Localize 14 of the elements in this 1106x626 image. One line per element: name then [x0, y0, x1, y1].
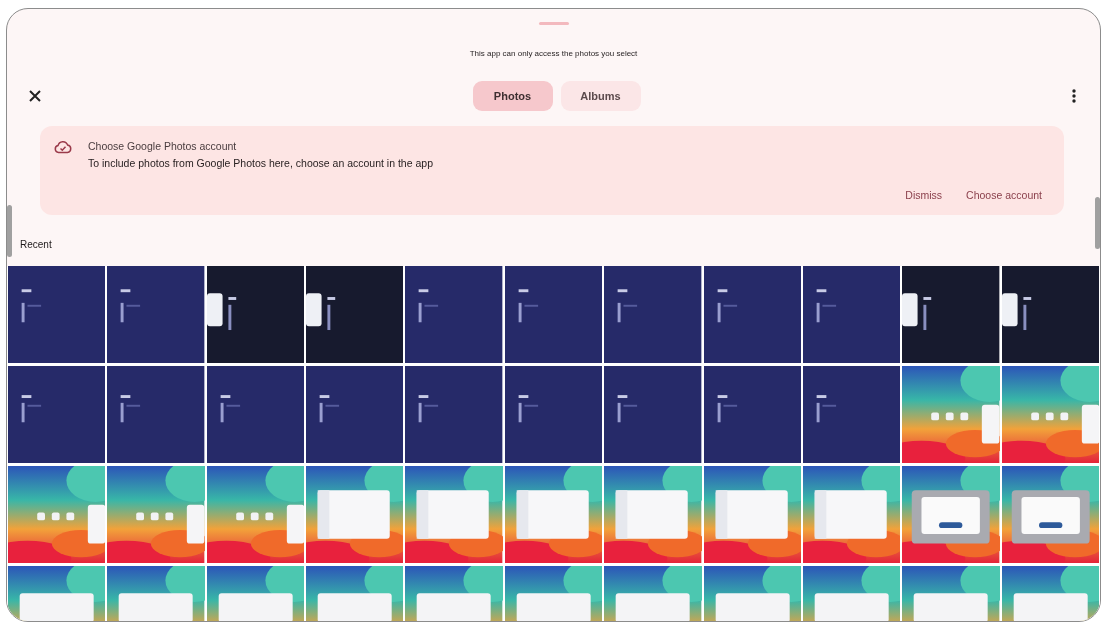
section-heading: Recent [20, 239, 53, 250]
resize-handle[interactable] [1095, 197, 1100, 249]
notice-text: This app can only access the photos you select [469, 49, 638, 58]
resize-handle[interactable] [7, 205, 12, 257]
banner-title: Choose Google Photos account [88, 140, 238, 152]
banner-text: To include photos from Google Photos here, choose an account in the app [88, 157, 433, 169]
drag-handle[interactable] [538, 22, 569, 25]
dismiss-button[interactable]: Dismiss [897, 185, 951, 205]
tab[interactable]: Photos [472, 81, 553, 111]
more-options-icon[interactable] [1070, 88, 1078, 104]
cloud-check-icon [54, 140, 72, 154]
choose-account-button[interactable]: Choose account [958, 185, 1050, 205]
close-icon[interactable] [27, 88, 43, 104]
tab[interactable]: Albums [560, 81, 641, 111]
